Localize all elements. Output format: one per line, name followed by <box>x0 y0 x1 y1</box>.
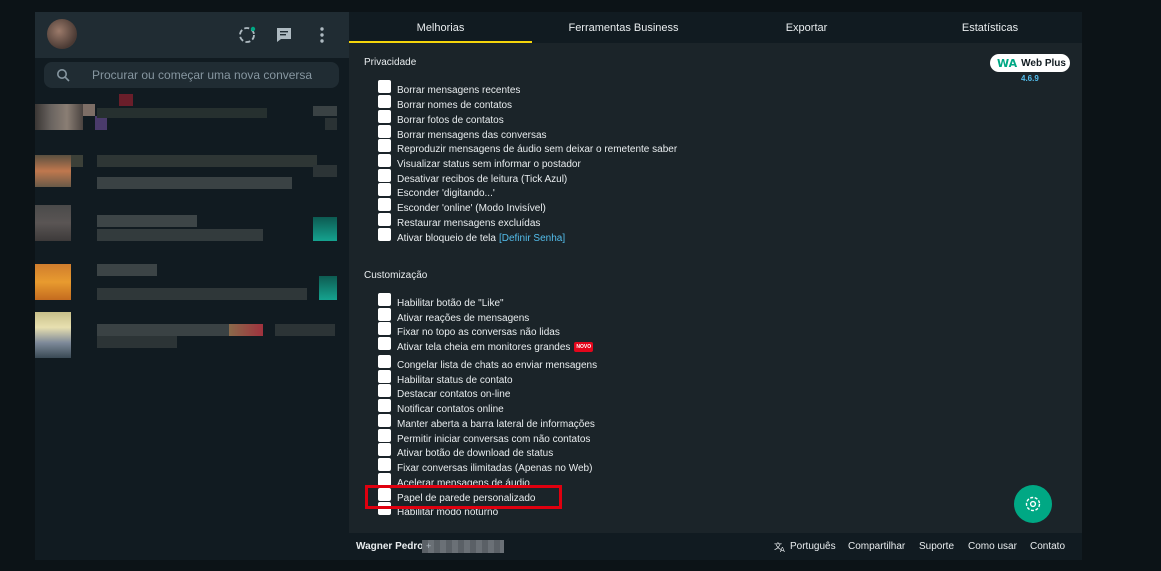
checkbox[interactable] <box>378 228 391 241</box>
checkbox[interactable] <box>378 154 391 167</box>
option-hide-typing[interactable]: Esconder 'digitando...' <box>378 183 495 200</box>
option-blur-contact-names[interactable]: Borrar nomes de contatos <box>378 95 512 112</box>
checkbox[interactable] <box>378 95 391 108</box>
search-input[interactable] <box>92 62 332 88</box>
checkbox[interactable] <box>378 384 391 397</box>
option-view-status-silently[interactable]: Visualizar status sem informar o postado… <box>378 154 581 171</box>
option-chat-non-contacts[interactable]: Permitir iniciar conversas com não conta… <box>378 429 590 446</box>
tab-estatisticas[interactable]: Estatísticas <box>898 12 1082 43</box>
option-keep-sidebar-open[interactable]: Manter aberta a barra lateral de informa… <box>378 414 595 431</box>
checkbox[interactable] <box>378 198 391 211</box>
option-unlimited-pins[interactable]: Fixar conversas ilimitadas (Apenas no We… <box>378 458 592 475</box>
tab-melhorias[interactable]: Melhorias <box>349 12 532 43</box>
option-notify-online[interactable]: Notificar contatos online <box>378 399 504 416</box>
option-blur-recent-messages[interactable]: Borrar mensagens recentes <box>378 80 520 97</box>
checkbox[interactable] <box>378 308 391 321</box>
chat-list-panel <box>35 12 349 560</box>
option-freeze-chat-list[interactable]: Congelar lista de chats ao enviar mensag… <box>378 355 597 372</box>
brand-logo: WA <box>997 56 1018 70</box>
checkbox[interactable] <box>378 337 391 350</box>
footer-phone-redacted <box>422 540 504 553</box>
checkbox[interactable] <box>378 183 391 196</box>
option-disable-read-receipts[interactable]: Desativar recibos de leitura (Tick Azul) <box>378 169 567 186</box>
checkbox[interactable] <box>378 125 391 138</box>
highlight-box <box>365 485 562 509</box>
option-blur-conversation-messages[interactable]: Borrar mensagens das conversas <box>378 125 547 142</box>
option-status-download[interactable]: Ativar botão de download de status <box>378 443 553 460</box>
chat-list-item[interactable] <box>35 94 349 152</box>
contact-link[interactable]: Contato <box>1030 541 1065 552</box>
new-badge: NOVO <box>574 342 594 352</box>
checkbox[interactable] <box>378 429 391 442</box>
how-to-link[interactable]: Como usar <box>968 541 1017 552</box>
set-password-link[interactable]: [Definir Senha] <box>499 233 565 244</box>
checkbox[interactable] <box>378 80 391 93</box>
tab-bar: Melhorias Ferramentas Business Exportar … <box>349 12 1082 43</box>
settings-fab[interactable] <box>1014 485 1052 523</box>
search-box[interactable] <box>44 62 339 88</box>
language-link[interactable]: Português <box>790 541 836 552</box>
option-hide-online[interactable]: Esconder 'online' (Modo Invisível) <box>378 198 546 215</box>
option-contact-status[interactable]: Habilitar status de contato <box>378 370 513 387</box>
checkbox[interactable] <box>378 458 391 471</box>
option-pin-unread[interactable]: Fixar no topo as conversas não lidas <box>378 322 560 339</box>
checkbox[interactable] <box>378 443 391 456</box>
checkbox[interactable] <box>378 355 391 368</box>
brand-badge: WA Web Plus <box>990 54 1070 72</box>
option-play-audio-silently[interactable]: Reproduzir mensagens de áudio sem deixar… <box>378 139 677 156</box>
checkbox[interactable] <box>378 293 391 306</box>
brand-name: Web Plus <box>1021 57 1066 69</box>
footer-phone-prefix: + <box>426 541 432 551</box>
option-fullscreen[interactable]: Ativar tela cheia em monitores grandes NO… <box>378 337 594 354</box>
checkbox[interactable] <box>378 169 391 182</box>
search-icon <box>56 68 70 82</box>
new-chat-icon[interactable] <box>274 25 294 45</box>
svg-text:A: A <box>780 546 785 553</box>
checkbox[interactable] <box>378 139 391 152</box>
left-header <box>35 12 349 58</box>
section-title-privacidade: Privacidade <box>364 57 417 68</box>
menu-icon[interactable] <box>312 25 332 45</box>
footer-user-name: Wagner Pedro <box>356 541 424 552</box>
checkbox[interactable] <box>378 370 391 383</box>
chat-list-item[interactable] <box>35 312 349 370</box>
tab-exportar[interactable]: Exportar <box>715 12 898 43</box>
option-like-button[interactable]: Habilitar botão de "Like" <box>378 293 504 310</box>
app-window: Melhorias Ferramentas Business Exportar … <box>35 12 1082 560</box>
support-link[interactable]: Suporte <box>919 541 954 552</box>
profile-avatar[interactable] <box>47 19 77 49</box>
checkbox[interactable] <box>378 213 391 226</box>
chat-list-item[interactable] <box>35 205 349 263</box>
tab-ferramentas-business[interactable]: Ferramentas Business <box>532 12 715 43</box>
option-highlight-online[interactable]: Destacar contatos on-line <box>378 384 510 401</box>
wa-web-plus-panel: Melhorias Ferramentas Business Exportar … <box>349 12 1082 560</box>
option-restore-deleted[interactable]: Restaurar mensagens excluídas <box>378 213 540 230</box>
footer-bar: Wagner Pedro + 文A Português Compartilhar… <box>349 533 1082 560</box>
settings-fab-icon <box>1025 496 1041 512</box>
translate-icon[interactable]: 文A <box>774 540 787 553</box>
checkbox[interactable] <box>378 399 391 412</box>
share-link[interactable]: Compartilhar <box>848 541 905 552</box>
option-blur-contact-photos[interactable]: Borrar fotos de contatos <box>378 110 504 127</box>
checkbox[interactable] <box>378 110 391 123</box>
option-message-reactions[interactable]: Ativar reações de mensagens <box>378 308 529 325</box>
checkbox[interactable] <box>378 414 391 427</box>
checkbox[interactable] <box>378 322 391 335</box>
status-icon[interactable] <box>237 25 257 45</box>
version-label: 4.6.9 <box>1021 74 1039 83</box>
section-title-customizacao: Customização <box>364 270 428 281</box>
option-screen-lock[interactable]: Ativar bloqueio de tela [Definir Senha] <box>378 228 565 245</box>
